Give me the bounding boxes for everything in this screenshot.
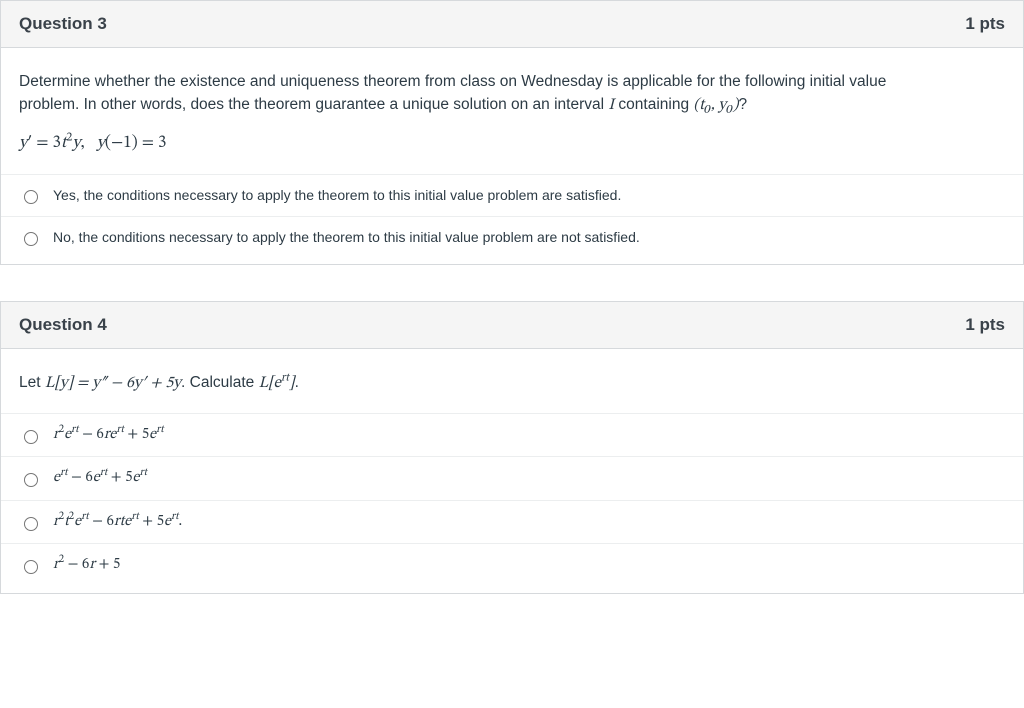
option-label: r2ert − 6rert + 5ert [53, 424, 164, 447]
equation: y′ = 3t2y, y(−1) = 3 [19, 131, 1005, 157]
question-header: Question 4 1 pts [1, 302, 1023, 349]
prompt-mid: . Calculate [181, 374, 259, 391]
prompt-line-2a: problem. In other words, does the theore… [19, 96, 608, 113]
options-list: Yes, the conditions necessary to apply t… [1, 166, 1023, 264]
prompt-line-1: Determine whether the existence and uniq… [19, 73, 886, 90]
prompt-suffix: . [295, 374, 299, 391]
radio-3[interactable] [24, 517, 38, 531]
option-2[interactable]: ert − 6ert + 5ert [1, 456, 1023, 500]
option-label: No, the conditions necessary to apply th… [53, 227, 640, 248]
prompt-math-2: L[ert] [259, 375, 295, 391]
option-label: ert − 6ert + 5ert [53, 467, 147, 490]
radio-2[interactable] [24, 473, 38, 487]
prompt-text: Determine whether the existence and uniq… [19, 70, 1005, 117]
question-points: 1 pts [965, 11, 1005, 37]
question-3: Question 3 1 pts Determine whether the e… [0, 0, 1024, 265]
radio-4[interactable] [24, 560, 38, 574]
option-label: r2t2ert − 6rtert + 5ert. [53, 511, 182, 534]
option-label: Yes, the conditions necessary to apply t… [53, 185, 621, 206]
option-label: r2 − 6r + 5 [53, 554, 120, 577]
option-3[interactable]: r2t2ert − 6rtert + 5ert. [1, 500, 1023, 544]
radio-yes[interactable] [24, 190, 38, 204]
prompt-tuple: (t₀, y₀) [693, 97, 738, 113]
prompt-line-2c: ? [738, 96, 747, 113]
option-yes[interactable]: Yes, the conditions necessary to apply t… [1, 174, 1023, 216]
question-title: Question 4 [19, 312, 107, 338]
radio-1[interactable] [24, 430, 38, 444]
question-points: 1 pts [965, 312, 1005, 338]
prompt-math-1: L[y] = y″ − 6y′ + 5y [45, 375, 181, 391]
prompt-line-2b: containing [614, 96, 693, 113]
question-body: Determine whether the existence and uniq… [1, 48, 1023, 167]
option-4[interactable]: r2 − 6r + 5 [1, 543, 1023, 587]
question-4: Question 4 1 pts Let L[y] = y″ − 6y′ + 5… [0, 301, 1024, 594]
radio-no[interactable] [24, 232, 38, 246]
question-title: Question 3 [19, 11, 107, 37]
option-1[interactable]: r2ert − 6rert + 5ert [1, 413, 1023, 457]
options-list: r2ert − 6rert + 5ert ert − 6ert + 5ert r… [1, 405, 1023, 593]
question-body: Let L[y] = y″ − 6y′ + 5y. Calculate L[er… [1, 349, 1023, 405]
question-header: Question 3 1 pts [1, 1, 1023, 48]
prompt-prefix: Let [19, 374, 45, 391]
option-no[interactable]: No, the conditions necessary to apply th… [1, 216, 1023, 258]
